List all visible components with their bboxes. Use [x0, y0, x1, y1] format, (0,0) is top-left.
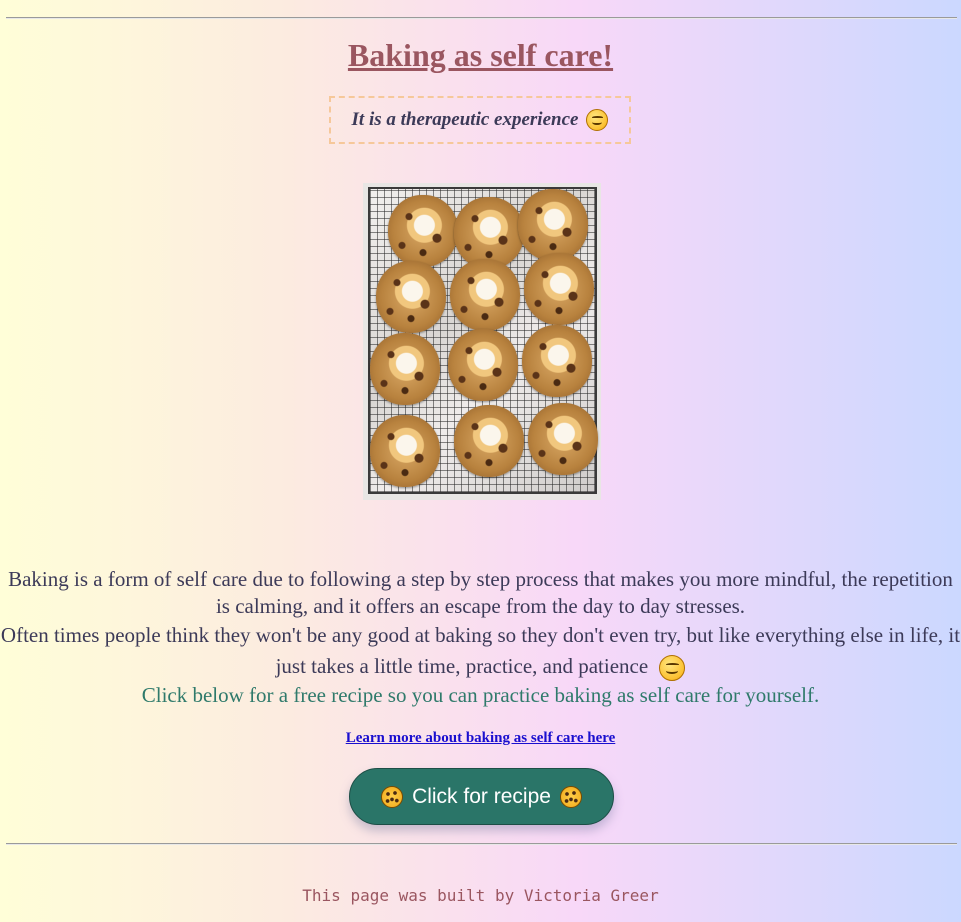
cookie: [528, 403, 598, 475]
body-text: Baking is a form of self care due to fol…: [0, 566, 961, 708]
top-divider: [6, 17, 957, 19]
smiling-face-icon: [659, 655, 686, 682]
smiling-face-icon: [586, 109, 609, 131]
body-paragraph-2-text: Often times people think they won't be a…: [0, 623, 961, 678]
cookie: [448, 329, 518, 401]
recipe-prompt: Click below for a free recipe so you can…: [141, 683, 820, 707]
body-paragraph-2: Often times people think they won't be a…: [0, 620, 961, 682]
cookie-icon: [559, 785, 582, 808]
learn-more-container: Learn more about baking as self care her…: [0, 730, 961, 747]
cookie: [518, 189, 588, 261]
recipe-button-label: Click for recipe: [412, 784, 551, 808]
cookie: [370, 333, 440, 405]
page-title: Baking as self care!: [347, 37, 614, 73]
cookie-icon: [381, 785, 404, 808]
recipe-button[interactable]: Click for recipe: [349, 768, 614, 825]
cookie: [522, 325, 592, 397]
subtitle-box: It is a therapeutic experience: [329, 96, 631, 144]
cookie: [376, 261, 446, 333]
cookie: [454, 405, 524, 477]
subtitle-text: It is a therapeutic experience: [351, 109, 579, 130]
cookies-photo: [363, 183, 601, 500]
footer-credit: This page was built by Victoria Greer: [302, 886, 659, 905]
bottom-divider: [6, 843, 957, 845]
cookie: [450, 259, 520, 331]
cookie: [524, 253, 594, 325]
cookie: [370, 415, 440, 487]
cooling-rack: [368, 187, 598, 494]
learn-more-link[interactable]: Learn more about baking as self care her…: [346, 730, 616, 746]
body-paragraph-1: Baking is a form of self care due to fol…: [8, 567, 953, 618]
cookie: [388, 195, 458, 267]
